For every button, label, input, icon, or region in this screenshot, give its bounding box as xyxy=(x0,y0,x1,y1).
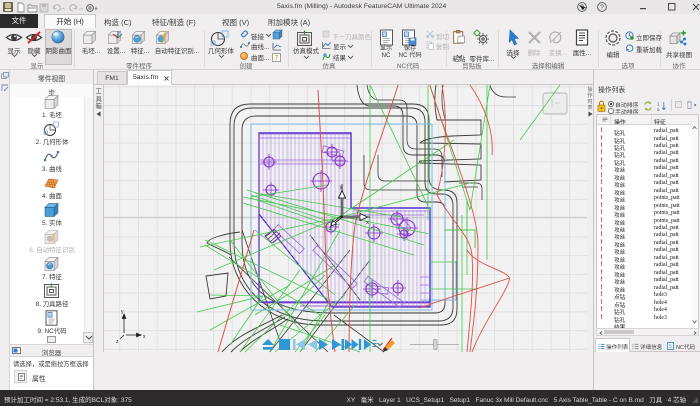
svg-text:x: x xyxy=(366,220,369,226)
svg-text:1: 1 xyxy=(657,101,660,106)
svg-text:?: ? xyxy=(600,3,604,12)
svg-text:x: x xyxy=(143,334,146,340)
svg-text:a: a xyxy=(657,107,660,112)
svg-text:5: 5 xyxy=(669,344,672,350)
svg-text:y: y xyxy=(340,185,343,191)
svg-text:7: 7 xyxy=(275,55,279,62)
svg-text:z: z xyxy=(116,339,119,345)
svg-text:z: z xyxy=(329,226,332,232)
